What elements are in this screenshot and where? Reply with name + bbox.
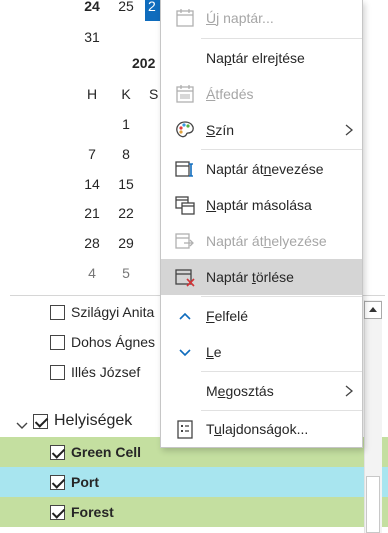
- menu-item-label: Felfelé: [206, 308, 249, 324]
- menu-item-label: Naptár átnevezése: [206, 161, 324, 177]
- calendar-name: Port: [71, 474, 99, 490]
- menu-item-color[interactable]: Szín: [161, 112, 362, 148]
- calendar-checkbox[interactable]: [50, 445, 65, 460]
- menu-separator: [201, 296, 362, 297]
- menu-item-label: Naptár másolása: [206, 197, 312, 213]
- scroll-up-button[interactable]: [364, 301, 382, 319]
- weekday-header: K: [121, 86, 131, 102]
- color-palette-icon: [176, 121, 194, 138]
- menu-item-label: Átfedés: [206, 86, 254, 102]
- menu-separator: [201, 371, 362, 372]
- overlay-icon: [176, 85, 194, 103]
- calendar-day-next-month[interactable]: 5: [111, 258, 141, 288]
- calendar-month-title: 202: [132, 55, 156, 71]
- calendar-checkbox[interactable]: [50, 475, 65, 490]
- weekday-header: S: [149, 86, 159, 102]
- menu-item-label: Naptár áthelyezése: [206, 233, 327, 249]
- menu-item-properties[interactable]: Tulajdonságok...: [161, 411, 362, 447]
- calendar-day[interactable]: 28: [77, 228, 107, 258]
- delete-calendar-icon: [175, 269, 195, 287]
- menu-item-share[interactable]: Megosztás: [161, 373, 362, 409]
- menu-item-label: Új naptár...: [206, 10, 274, 26]
- menu-item-label: Naptár törlése: [206, 269, 294, 285]
- move-icon: [175, 233, 194, 249]
- menu-item-rename-calendar[interactable]: Naptár átnevezése: [161, 151, 362, 187]
- calendar-checkbox[interactable]: [50, 305, 65, 320]
- calendar-day[interactable]: 24: [77, 0, 107, 21]
- calendar-app: 24 25 2 31 202 H K S 1 7 8 14 15 21 22 2…: [0, 0, 388, 533]
- calendar-day[interactable]: 29: [111, 228, 141, 258]
- calendar-day[interactable]: 15: [111, 169, 141, 199]
- menu-item-move-up[interactable]: Felfelé: [161, 298, 362, 334]
- copy-icon: [175, 196, 195, 215]
- scrollbar-thumb[interactable]: [366, 476, 380, 533]
- chevron-down-icon: [179, 349, 191, 357]
- menu-separator: [201, 38, 362, 39]
- new-calendar-icon: [176, 9, 194, 27]
- calendar-day-next-month[interactable]: 4: [77, 258, 107, 288]
- calendar-checkbox[interactable]: [50, 365, 65, 380]
- context-menu: Új naptár... Naptár elrejtése Átfedés Sz…: [160, 0, 363, 448]
- calendar-checkbox[interactable]: [50, 335, 65, 350]
- chevron-up-icon: [179, 312, 191, 320]
- menu-item-delete-calendar[interactable]: Naptár törlése: [161, 259, 362, 295]
- menu-item-label: Naptár elrejtése: [206, 50, 305, 66]
- calendar-day[interactable]: 1: [111, 109, 141, 139]
- group-checkbox[interactable]: [33, 414, 48, 429]
- menu-item-move-calendar[interactable]: Naptár áthelyezése: [161, 223, 362, 259]
- calendar-name: Dohos Ágnes: [71, 334, 156, 350]
- calendar-list-item[interactable]: Forest: [0, 497, 388, 527]
- calendar-name: Forest: [71, 504, 114, 520]
- menu-item-label: Szín: [206, 122, 235, 138]
- calendar-day[interactable]: 31: [77, 22, 107, 52]
- menu-item-label: Tulajdonságok...: [206, 421, 309, 437]
- rename-icon: [175, 161, 193, 177]
- menu-item-hide-calendar[interactable]: Naptár elrejtése: [161, 40, 362, 76]
- menu-separator: [201, 149, 362, 150]
- chevron-right-icon: [345, 385, 354, 397]
- calendar-name: Illés József: [71, 364, 141, 380]
- calendar-list-item[interactable]: Port: [0, 467, 388, 497]
- calendar-day-selected[interactable]: 2: [145, 0, 161, 21]
- calendar-day[interactable]: 14: [77, 169, 107, 199]
- chevron-right-icon: [345, 124, 354, 136]
- menu-item-label: Megosztás: [206, 383, 274, 399]
- chevron-down-icon[interactable]: [15, 419, 29, 433]
- calendar-day[interactable]: 8: [111, 139, 141, 169]
- calendar-day[interactable]: 25: [111, 0, 141, 21]
- calendar-day[interactable]: 21: [77, 198, 107, 228]
- calendar-day[interactable]: 7: [77, 139, 107, 169]
- menu-item-label: Le: [206, 344, 222, 360]
- menu-item-overlay[interactable]: Átfedés: [161, 76, 362, 112]
- group-label[interactable]: Helyiségek: [54, 408, 132, 434]
- properties-icon: [177, 420, 193, 439]
- calendar-name: Szilágyi Anita: [71, 304, 155, 320]
- menu-item-move-down[interactable]: Le: [161, 334, 362, 370]
- menu-item-new-calendar[interactable]: Új naptár...: [161, 0, 362, 36]
- calendar-day[interactable]: 22: [111, 198, 141, 228]
- menu-item-copy-calendar[interactable]: Naptár másolása: [161, 187, 362, 223]
- weekday-header: H: [86, 86, 98, 102]
- calendar-checkbox[interactable]: [50, 505, 65, 520]
- calendar-name: Green Cell: [71, 444, 142, 460]
